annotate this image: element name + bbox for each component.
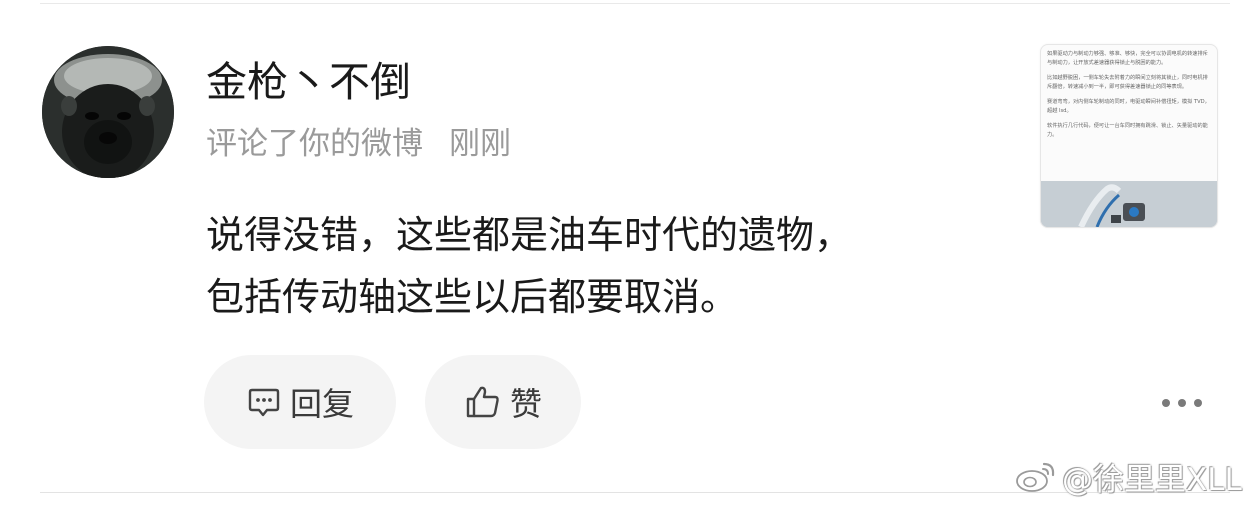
comment-meta: 评论了你的微博 刚刚 [206, 126, 511, 163]
thumbnail-text: 如果驱动力与制动力够强、够准、够快，完全可以协调电机的转速排斥与制动力，让开放式… [1041, 45, 1217, 140]
thumbnail-paragraph: 比如越野脱困，一侧车轮失去附着力的瞬间立刻将其锁止，同时电机排斥翻倍，转速减小到… [1047, 75, 1208, 90]
original-post-thumbnail[interactable]: 如果驱动力与制动力够强、够准、够快，完全可以协调电机的转速排斥与制动力，让开放式… [1040, 44, 1218, 228]
honey-badger-avatar-icon [42, 46, 174, 178]
like-button[interactable]: 赞 [425, 355, 581, 449]
watermark-text: @徐里里XLL [1062, 461, 1242, 498]
avatar[interactable] [42, 46, 174, 178]
thumbnail-photo [1041, 181, 1217, 227]
thumbnail-paragraph: 赛道弯弯，对内侧车轮制动的同时，电驱动瞬间补偿扭矩，模拟 TVD，超越 lsd。 [1047, 99, 1210, 114]
weibo-logo-icon [1016, 462, 1055, 492]
thumbnail-paragraph: 软件执行几行代码，便可让一台车同时拥有跳滑、锁止、矢量驱动的能力。 [1047, 123, 1208, 138]
comment-text: 说得没错，这些都是油车时代的遗物， 包括传动轴这些以后都要取消。 [206, 204, 986, 328]
comment-line: 说得没错，这些都是油车时代的遗物， [206, 213, 853, 257]
watermark: @徐里里XLL [1014, 452, 1242, 500]
more-options-button[interactable] [1162, 396, 1202, 410]
action-text: 评论了你的微博 [206, 126, 423, 162]
more-dots-icon [1178, 399, 1186, 407]
reply-button[interactable]: 回复 [204, 355, 396, 449]
username[interactable]: 金枪丶不倒 [206, 58, 411, 107]
comment-line: 包括传动轴这些以后都要取消。 [206, 275, 739, 319]
car-part-photo [1041, 181, 1217, 227]
reply-label: 回复 [289, 385, 354, 423]
thumbs-up-icon [466, 386, 499, 418]
thumbnail-paragraph: 如果驱动力与制动力够强、够准、够快，完全可以协调电机的转速排斥与制动力，让开放式… [1047, 51, 1208, 66]
more-dots-icon [1194, 399, 1202, 407]
top-divider [40, 3, 1230, 4]
more-dots-icon [1162, 399, 1170, 407]
like-label: 赞 [509, 385, 542, 423]
comment-bubble-icon [248, 388, 280, 417]
timestamp: 刚刚 [449, 126, 511, 162]
